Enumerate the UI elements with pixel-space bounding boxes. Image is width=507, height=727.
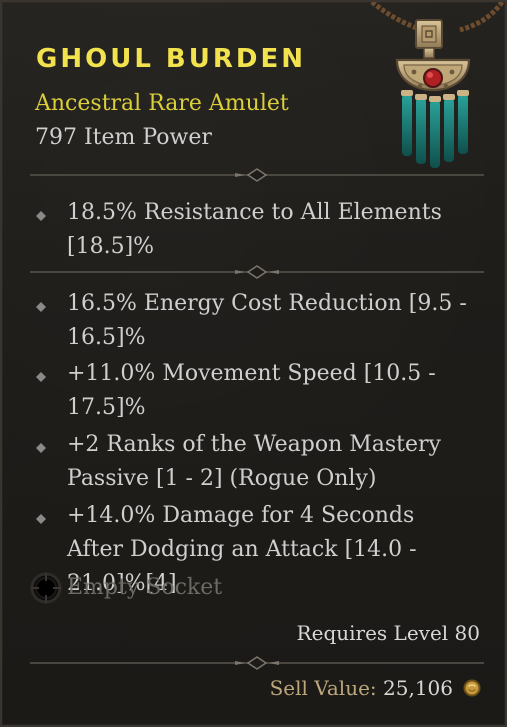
section-divider (30, 165, 484, 185)
amulet-icon (362, 0, 507, 172)
section-divider (30, 653, 484, 673)
diamond-bullet-icon (36, 372, 46, 382)
item-type: Ancestral Rare Amulet (35, 91, 289, 116)
sell-value: Sell Value: 25,106 (270, 678, 453, 698)
diamond-bullet-icon (36, 211, 46, 221)
sell-amount: 25,106 (383, 676, 453, 700)
gold-coin-icon (463, 679, 481, 697)
socket-icon (30, 572, 62, 604)
diamond-bullet-icon (36, 514, 46, 524)
diamond-bullet-icon (36, 443, 46, 453)
affix-text: 18.5% Resistance to All Elements [18.5]% (67, 200, 442, 259)
item-power: 797 Item Power (35, 125, 212, 150)
affix-2: +11.0% Movement Speed [10.5 - 17.5]% (36, 357, 484, 425)
diamond-bullet-icon (36, 302, 46, 312)
affix-text: +2 Ranks of the Weapon Mastery Passive [… (67, 432, 441, 491)
implicit-affix: 18.5% Resistance to All Elements [18.5]% (36, 196, 484, 264)
affix-3: +2 Ranks of the Weapon Mastery Passive [… (36, 428, 484, 496)
affix-text: 16.5% Energy Cost Reduction [9.5 - 16.5]… (67, 291, 467, 350)
empty-socket-label: Empty Socket (67, 575, 223, 600)
item-name: Ghoul Burden (36, 44, 306, 74)
section-divider (30, 262, 484, 282)
item-tooltip: Ghoul Burden Ancestral Rare Amulet 797 I… (0, 0, 507, 727)
sell-label: Sell Value: (269, 676, 377, 700)
affix-text: +11.0% Movement Speed [10.5 - 17.5]% (67, 361, 436, 420)
affix-1: 16.5% Energy Cost Reduction [9.5 - 16.5]… (36, 287, 484, 355)
level-requirement: Requires Level 80 (296, 621, 480, 645)
